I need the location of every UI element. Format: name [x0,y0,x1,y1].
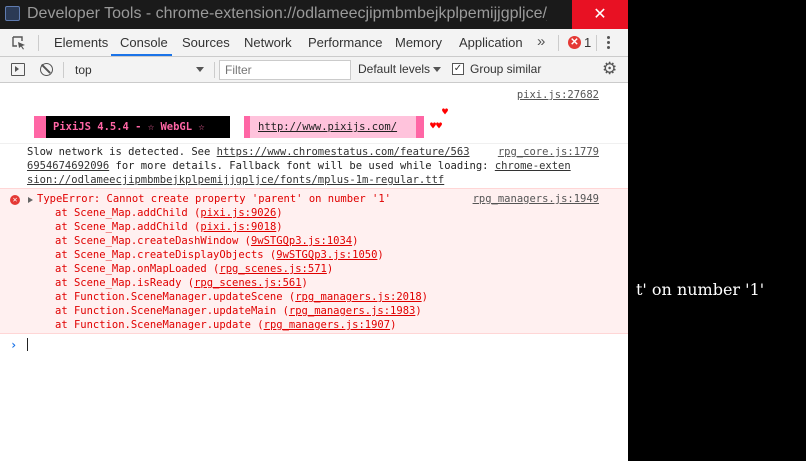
paren: ) [390,319,397,331]
expand-triangle-icon[interactable] [28,197,33,203]
error-text[interactable]: TypeError: Cannot create property 'paren… [37,193,391,205]
stack-frame-link[interactable]: 9wSTGQp3.js:1050 [276,249,377,261]
stack-frame-link[interactable]: pixi.js:9018 [200,221,276,233]
paren: ) [421,291,428,303]
font-url-link[interactable]: chrome-exten [495,160,571,172]
stack-frame: at Scene_Map.createDashWindow (9wSTGQp3.… [55,235,358,247]
stack-frame-fn: at Function.SceneManager.update ( [55,319,264,331]
slow-network-message-line2: 6954674692096 for more details. Fallback… [27,160,571,172]
pixi-url-box: http://www.pixijs.com/ [244,116,424,138]
stack-frame: at Scene_Map.onMapLoaded (rpg_scenes.js:… [55,263,333,275]
error-message: ✕ TypeError: Cannot create property 'par… [0,188,628,334]
stack-frame-fn: at Scene_Map.addChild ( [55,207,201,219]
stack-frame: at Function.SceneManager.updateMain (rpg… [55,305,422,317]
devtools-window: Developer Tools - chrome-extension://odl… [0,0,628,461]
stack-frame: at Scene_Map.addChild (pixi.js:9018) [55,221,283,233]
console-prompt-icon: › [10,338,18,352]
slow-network-text: Slow network is detected. See [27,146,217,158]
pixi-stripe-left [244,116,250,138]
stack-frame-link[interactable]: rpg_scenes.js:571 [219,263,326,275]
stack-frame-link[interactable]: 9wSTGQp3.js:1034 [251,235,352,247]
font-url-link-cont[interactable]: sion://odlameecjipmbmbejkplpemijjgpljce/… [27,174,444,186]
slow-network-message: Slow network is detected. See https://ww… [27,146,470,158]
stack-frame-fn: at Scene_Map.createDisplayObjects ( [55,249,277,261]
stack-frame: at Scene_Map.createDisplayObjects (9wSTG… [55,249,384,261]
stack-frame-link[interactable]: rpg_managers.js:2018 [295,291,421,303]
paren: ) [276,221,283,233]
message-source-link[interactable]: pixi.js:27682 [517,89,599,101]
stack-frame-fn: at Function.SceneManager.updateMain ( [55,305,289,317]
chromestatus-link-cont[interactable]: 6954674692096 [27,160,109,172]
slow-network-text: for more details. Fallback font will be … [109,160,495,172]
stack-frame-fn: at Function.SceneManager.updateScene ( [55,291,296,303]
pixi-banner-text: PixiJS 4.5.4 - ☆ WebGL ☆ [46,116,230,138]
stack-frame-fn: at Scene_Map.addChild ( [55,221,201,233]
stack-frame-fn: at Scene_Map.isReady ( [55,277,195,289]
divider [0,143,628,144]
hearts-icon: ♥♥ [430,121,443,132]
stack-frame-link[interactable]: rpg_managers.js:1907 [264,319,390,331]
chromestatus-link[interactable]: https://www.chromestatus.com/feature/563 [217,146,470,158]
stack-frame: at Function.SceneManager.updateScene (rp… [55,291,428,303]
pixi-url-link[interactable]: http://www.pixijs.com/ [258,121,397,133]
pixi-banner: PixiJS 4.5.4 - ☆ WebGL ☆ [34,116,230,138]
stack-frame-link[interactable]: pixi.js:9026 [200,207,276,219]
stack-frame-link[interactable]: rpg_managers.js:1983 [289,305,415,317]
paren: ) [276,207,283,219]
paren: ) [415,305,422,317]
console-input[interactable] [27,338,28,351]
background-window-text: t' on number '1' [636,280,765,299]
stack-frame: at Scene_Map.isReady (rpg_scenes.js:561) [55,277,308,289]
pixi-stripe-right [416,116,424,138]
message-source-link[interactable]: rpg_core.js:1779 [498,146,599,158]
stack-frame-fn: at Scene_Map.onMapLoaded ( [55,263,220,275]
stack-frame-fn: at Scene_Map.createDashWindow ( [55,235,251,247]
stack-frame-link[interactable]: rpg_scenes.js:561 [194,277,301,289]
stack-frame: at Function.SceneManager.update (rpg_man… [55,319,396,331]
stack-frame: at Scene_Map.addChild (pixi.js:9026) [55,207,283,219]
slow-network-message-line3: sion://odlameecjipmbmbejkplpemijjgpljce/… [27,174,444,186]
heart-icon: ♥ [442,107,449,118]
paren: ) [301,277,308,289]
paren: ) [352,235,359,247]
paren: ) [326,263,334,275]
message-source-link[interactable]: rpg_managers.js:1949 [473,193,599,205]
error-icon: ✕ [10,195,20,205]
paren: ) [377,249,384,261]
console-messages: pixi.js:27682 PixiJS 4.5.4 - ☆ WebGL ☆ h… [0,0,628,461]
